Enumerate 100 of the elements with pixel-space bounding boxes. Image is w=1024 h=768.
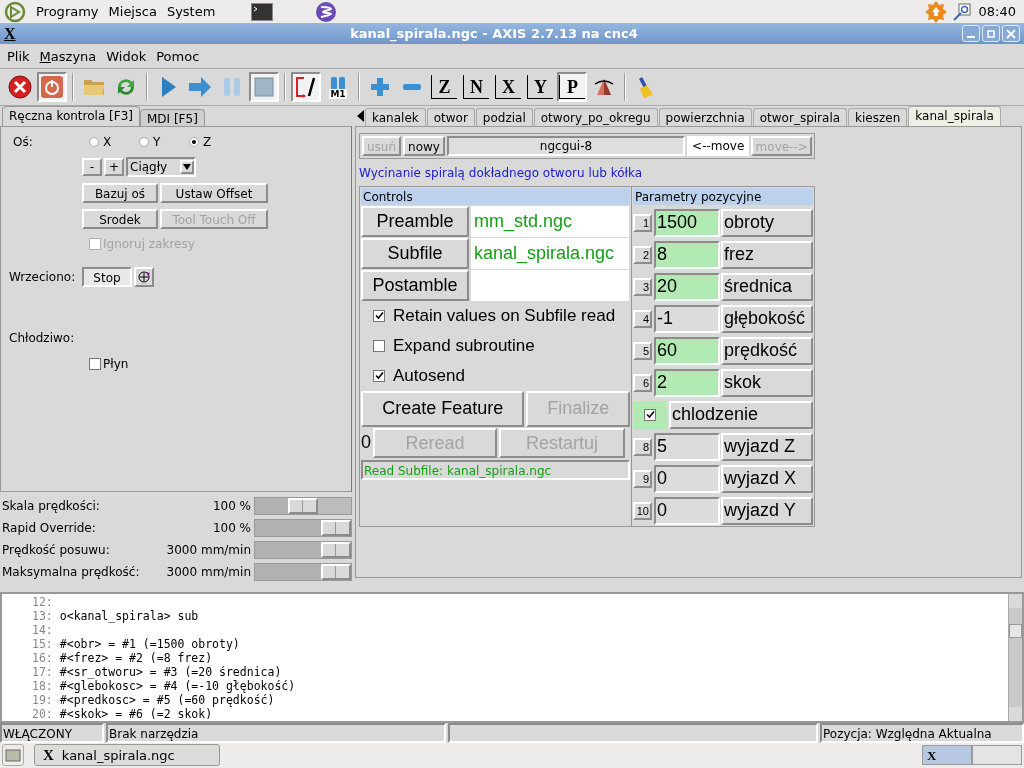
workspace-button[interactable]: X: [922, 745, 972, 766]
param-label: wyjazd Y: [721, 496, 813, 525]
jog-plus-button[interactable]: +: [104, 157, 124, 176]
radio-button[interactable]: [139, 136, 149, 147]
axis-option[interactable]: Z: [203, 132, 212, 151]
tab[interactable]: powierzchnia: [658, 107, 752, 126]
tab[interactable]: kanalek: [365, 107, 426, 126]
workspace-button[interactable]: [972, 745, 1022, 766]
x-icon: X: [927, 749, 937, 762]
coolant-label: Chłodziwo:: [9, 330, 75, 345]
file-button[interactable]: Preamble: [361, 205, 469, 237]
file-button[interactable]: Subfile: [361, 237, 469, 269]
param-index: 9: [633, 469, 652, 488]
maximize-icon[interactable]: [982, 25, 1000, 43]
param-field[interactable]: -1: [654, 304, 720, 333]
param-index: 6: [633, 373, 652, 392]
search-icon[interactable]: [952, 2, 971, 21]
tab[interactable]: otwory_po_okregu: [533, 107, 658, 126]
param-field[interactable]: 2: [654, 368, 720, 397]
new-button[interactable]: nowy: [403, 135, 445, 156]
spindle-button[interactable]: [134, 266, 154, 287]
param-field[interactable]: 60: [654, 336, 720, 365]
close-icon: [8, 75, 32, 100]
line-number: 13:: [32, 608, 53, 623]
slider-thumb[interactable]: [321, 563, 351, 580]
scrollbar[interactable]: [1008, 593, 1022, 721]
tab[interactable]: kanal_spirala: [908, 105, 1001, 126]
code-text: #<glebokosc> = #4 (=-10 głębokość): [59, 678, 296, 693]
param-index: 8: [633, 437, 652, 456]
file-field[interactable]: kanal_spirala.ngc: [471, 237, 629, 269]
task-button[interactable]: X kanal_spirala.ngc: [34, 744, 220, 767]
checkbox[interactable]: [644, 408, 656, 421]
menu-item[interactable]: Pomoc: [151, 46, 205, 67]
line-number: 18:: [32, 678, 53, 693]
param-field[interactable]: 8: [654, 240, 720, 269]
menu-item[interactable]: Widok: [101, 46, 152, 67]
override-label: Rapid Override:: [2, 519, 97, 537]
terminal-icon[interactable]: [251, 2, 274, 21]
jog-mode-dropdown[interactable]: Ciągły: [126, 156, 196, 177]
param-field[interactable]: 0: [654, 496, 720, 525]
param-index: 1: [633, 213, 652, 232]
spindle-label: Wrzeciono:: [9, 268, 77, 286]
line-number: 20:: [32, 706, 53, 721]
toolbar-button[interactable]: [291, 72, 321, 103]
code-text: #<obr> = #1 (=1500 obroty): [59, 636, 240, 651]
tab[interactable]: Ręczna kontrola [F3]: [2, 105, 140, 126]
menu-item[interactable]: Maszyna: [34, 46, 102, 67]
file-button[interactable]: Postamble: [361, 269, 469, 301]
clock[interactable]: 08:40: [978, 1, 1016, 22]
window-logo[interactable]: X: [4, 25, 28, 42]
tab[interactable]: otwor: [426, 107, 475, 126]
param-field[interactable]: 20: [654, 272, 720, 301]
name-field[interactable]: ngcgui-8: [446, 135, 685, 156]
close-icon[interactable]: [1002, 25, 1020, 43]
checkbox[interactable]: [373, 309, 385, 322]
jog-button[interactable]: Bazuj oś: [82, 182, 158, 203]
minimize-icon[interactable]: [962, 25, 980, 43]
power-icon: [40, 75, 64, 100]
file-field[interactable]: [471, 269, 629, 301]
axis-option[interactable]: Y: [153, 132, 161, 151]
slider-thumb[interactable]: [321, 519, 351, 536]
file-field[interactable]: mm_std.ngc: [471, 205, 629, 237]
axis-option[interactable]: X: [103, 132, 112, 151]
jog-button[interactable]: Srodek: [82, 208, 158, 229]
editor-icon[interactable]: [315, 0, 338, 23]
x-icon: X: [43, 748, 54, 763]
jog-minus-button[interactable]: -: [82, 157, 102, 176]
logo-icon: [4, 0, 26, 23]
panel-menu[interactable]: Miejsca: [108, 1, 157, 22]
tab[interactable]: kieszen: [848, 107, 908, 126]
checkbox[interactable]: [373, 339, 385, 352]
override-value: 100 %: [211, 519, 251, 537]
menu-item[interactable]: Plik: [2, 46, 35, 67]
create-feature-button[interactable]: Create Feature: [361, 390, 525, 427]
radio-button[interactable]: [89, 136, 99, 147]
panel-menu[interactable]: Programy: [36, 1, 99, 22]
param-field[interactable]: 1500: [654, 208, 720, 237]
param-field[interactable]: 5: [654, 432, 720, 461]
slider-thumb[interactable]: [288, 497, 318, 514]
panel-menu[interactable]: System: [166, 1, 216, 22]
param-field[interactable]: 0: [654, 464, 720, 493]
description: Wycinanie spiralą dokładnego otworu lub kółka: [359, 164, 644, 182]
line-number: 17:: [32, 664, 53, 679]
show-desktop-button[interactable]: [2, 744, 24, 767]
slider-thumb[interactable]: [321, 541, 351, 558]
checkbox[interactable]: [373, 369, 385, 382]
line-number: 16:: [32, 650, 53, 665]
tab[interactable]: podzial: [475, 107, 533, 126]
scroll-left-button[interactable]: [355, 107, 365, 124]
checkbox-label: Płyn: [103, 355, 129, 373]
tab[interactable]: MDI [F5]: [140, 108, 205, 126]
radio-button[interactable]: [189, 136, 199, 147]
spindle-stop-button[interactable]: Stop: [82, 266, 132, 287]
window-title: kanal_spirala.ngc - AXIS 2.7.13 na cnc4: [349, 24, 639, 44]
checkbox[interactable]: [89, 357, 101, 370]
caret-icon: [183, 163, 191, 170]
update-icon[interactable]: [924, 0, 947, 23]
jog-button[interactable]: Ustaw Offset: [160, 182, 268, 203]
move-left-button[interactable]: <--move: [687, 135, 750, 156]
tab[interactable]: otwor_spirala: [752, 107, 848, 126]
